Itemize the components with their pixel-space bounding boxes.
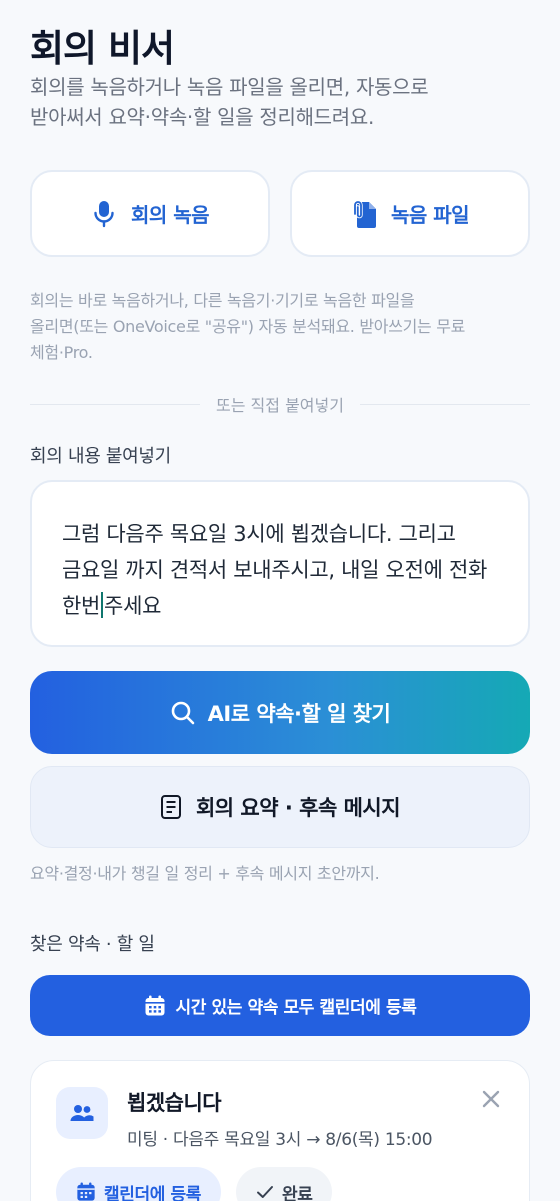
add-all-to-calendar-label: 시간 있는 약속 모두 캘린더에 등록 xyxy=(175,998,417,1018)
calendar-icon xyxy=(145,995,165,1015)
attachment-file-icon xyxy=(353,199,376,228)
divider-line xyxy=(30,403,201,405)
add-to-calendar-button[interactable]: 캘린더에 등록 xyxy=(56,1167,221,1201)
recording-hint: 회의는 바로 녹음하거나, 다른 녹음기·기기로 녹음한 파일을 올리면(또는 … xyxy=(30,288,530,366)
add-to-calendar-label: 캘린더에 등록 xyxy=(104,1184,201,1201)
meeting-summary-label: 회의 요약 · 후속 메시지 xyxy=(195,796,401,820)
input-text-line: 한번 주세요 xyxy=(62,588,498,624)
input-text-line: 금요일 까지 견적서 보내주시고, 내일 오전에 전화 xyxy=(62,558,488,582)
checkmark-icon xyxy=(257,1186,273,1198)
results-section-label: 찾은 약속 · 할 일 xyxy=(30,934,155,955)
paste-section-label: 회의 내용 붙여넣기 xyxy=(30,446,171,467)
hint-line: 체험·Pro. xyxy=(30,343,93,362)
document-icon xyxy=(160,795,181,819)
record-meeting-button[interactable]: 회의 녹음 xyxy=(30,170,270,257)
ai-find-tasks-button[interactable]: AI로 약속·할 일 찾기 xyxy=(30,671,530,754)
hint-line: 회의는 바로 녹음하거나, 다른 녹음기·기기로 녹음한 파일을 xyxy=(30,291,415,310)
meeting-people-icon xyxy=(56,1087,108,1139)
task-card: 뵙겠습니다 미팅 · 다음주 목요일 3시 → 8/6(목) 15:00 캘린더… xyxy=(30,1060,530,1201)
meeting-summary-button[interactable]: 회의 요약 · 후속 메시지 xyxy=(30,766,530,848)
page-title: 회의 비서 xyxy=(30,27,175,70)
or-paste-divider: 또는 직접 붙여넣기 xyxy=(30,392,530,416)
summary-hint: 요약·결정·내가 챙길 일 정리 + 후속 메시지 초안까지. xyxy=(30,864,380,883)
calendar-icon xyxy=(77,1182,95,1201)
search-icon xyxy=(171,701,194,724)
upload-recording-file-label: 녹음 파일 xyxy=(390,203,470,227)
divider-line xyxy=(359,403,530,405)
input-text-segment: 한번 xyxy=(62,594,101,618)
hint-line: 올리면(또는 OneVoice로 "공유") 자동 분석돼요. 받아쓰기는 무료 xyxy=(30,317,466,336)
ai-find-tasks-label: AI로 약속·할 일 찾기 xyxy=(207,701,391,726)
meeting-text-input[interactable]: 그럼 다음주 목요일 3시에 뵙겠습니다. 그리고 금요일 까지 견적서 보내주… xyxy=(30,480,530,647)
subtitle-line: 회의를 녹음하거나 녹음 파일을 올리면, 자동으로 xyxy=(30,75,429,99)
text-caret xyxy=(101,592,104,618)
mark-done-label: 완료 xyxy=(282,1184,313,1201)
task-title: 뵙겠습니다 xyxy=(127,1091,222,1115)
input-text-line: 그럼 다음주 목요일 3시에 뵙겠습니다. 그리고 xyxy=(62,522,456,546)
close-icon[interactable] xyxy=(479,1087,503,1111)
subtitle-line: 받아써서 요약·약속·할 일을 정리해드려요. xyxy=(30,105,375,129)
mic-icon xyxy=(94,200,114,227)
record-meeting-label: 회의 녹음 xyxy=(130,203,210,227)
upload-recording-file-button[interactable]: 녹음 파일 xyxy=(290,170,530,257)
mark-done-button[interactable]: 완료 xyxy=(236,1167,333,1201)
task-meta: 미팅 · 다음주 목요일 3시 → 8/6(목) 15:00 xyxy=(127,1130,433,1150)
page-subtitle: 회의를 녹음하거나 녹음 파일을 올리면, 자동으로 받아써서 요약·약속·할 … xyxy=(30,72,530,132)
input-text-segment: 주세요 xyxy=(104,594,162,618)
add-all-to-calendar-button[interactable]: 시간 있는 약속 모두 캘린더에 등록 xyxy=(30,975,530,1036)
divider-label: 또는 직접 붙여넣기 xyxy=(216,396,344,415)
